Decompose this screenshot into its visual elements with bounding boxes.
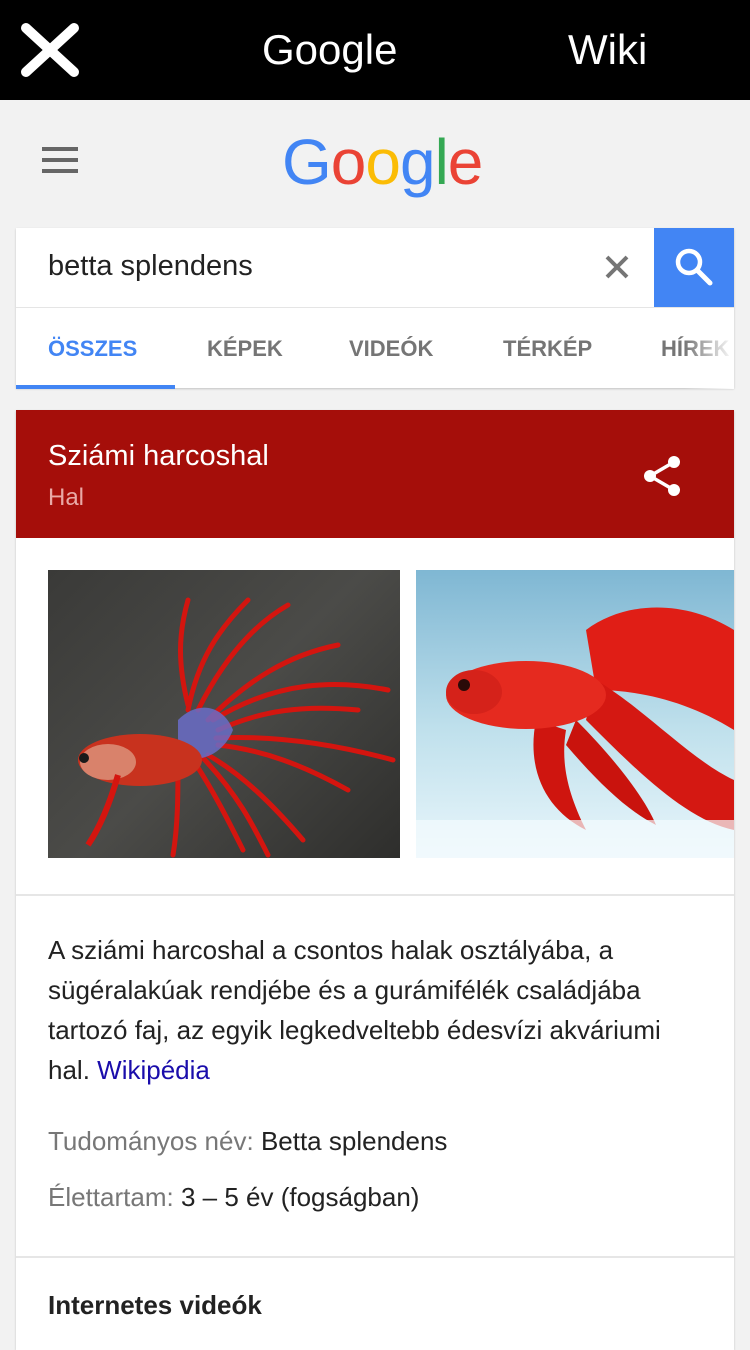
close-icon[interactable] <box>20 22 80 78</box>
tabs-fade <box>684 308 734 389</box>
betta-image-2[interactable] <box>416 570 734 858</box>
knowledge-panel-header: Sziámi harcoshal Hal <box>16 410 734 538</box>
search-button[interactable] <box>654 228 734 307</box>
active-tab-indicator <box>16 385 175 389</box>
panel-title: Sziámi harcoshal <box>48 440 269 472</box>
tab-terkep[interactable]: TÉRKÉP <box>503 336 592 362</box>
hamburger-menu-icon[interactable] <box>42 147 78 173</box>
wikipedia-link[interactable]: Wikipédia <box>97 1055 210 1085</box>
panel-subtitle: Hal <box>48 484 85 511</box>
wiki-button[interactable]: Wiki <box>568 26 647 74</box>
search-tabs: ÖSSZES KÉPEK VIDEÓK TÉRKÉP HÍREK <box>16 307 734 389</box>
videos-heading: Internetes videók <box>48 1290 262 1320</box>
knowledge-panel: Sziámi harcoshal Hal A sziámi harcoshal … <box>16 410 734 1350</box>
fact-value[interactable]: Betta splendens <box>261 1126 447 1156</box>
search-input[interactable]: betta splendens <box>48 250 253 283</box>
tab-osszes[interactable]: ÖSSZES <box>48 336 137 362</box>
fact-key: Élettartam: <box>48 1182 174 1212</box>
share-icon[interactable] <box>640 454 684 498</box>
search-icon <box>675 248 713 286</box>
fact-key: Tudományos név: <box>48 1126 254 1156</box>
fact-lifespan: Élettartam: 3 – 5 év (fogságban) <box>48 1182 419 1213</box>
tab-kepek[interactable]: KÉPEK <box>207 336 283 362</box>
panel-description: A sziámi harcoshal a csontos halak osztá… <box>48 935 661 1085</box>
fact-scientific-name: Tudományos név: Betta splendens <box>48 1126 447 1157</box>
top-bar: Google Wiki <box>0 0 750 100</box>
tab-videok[interactable]: VIDEÓK <box>349 336 433 362</box>
betta-image-1[interactable] <box>48 570 400 858</box>
fact-value: 3 – 5 év (fogságban) <box>180 1182 420 1212</box>
divider <box>16 894 734 896</box>
search-card: betta splendens ÖSSZES KÉPEK VIDEÓK TÉRK… <box>16 228 734 389</box>
google-logo: Google <box>282 126 483 198</box>
window-title: Google <box>262 26 398 73</box>
clear-icon[interactable] <box>604 254 630 280</box>
divider <box>16 1256 734 1258</box>
